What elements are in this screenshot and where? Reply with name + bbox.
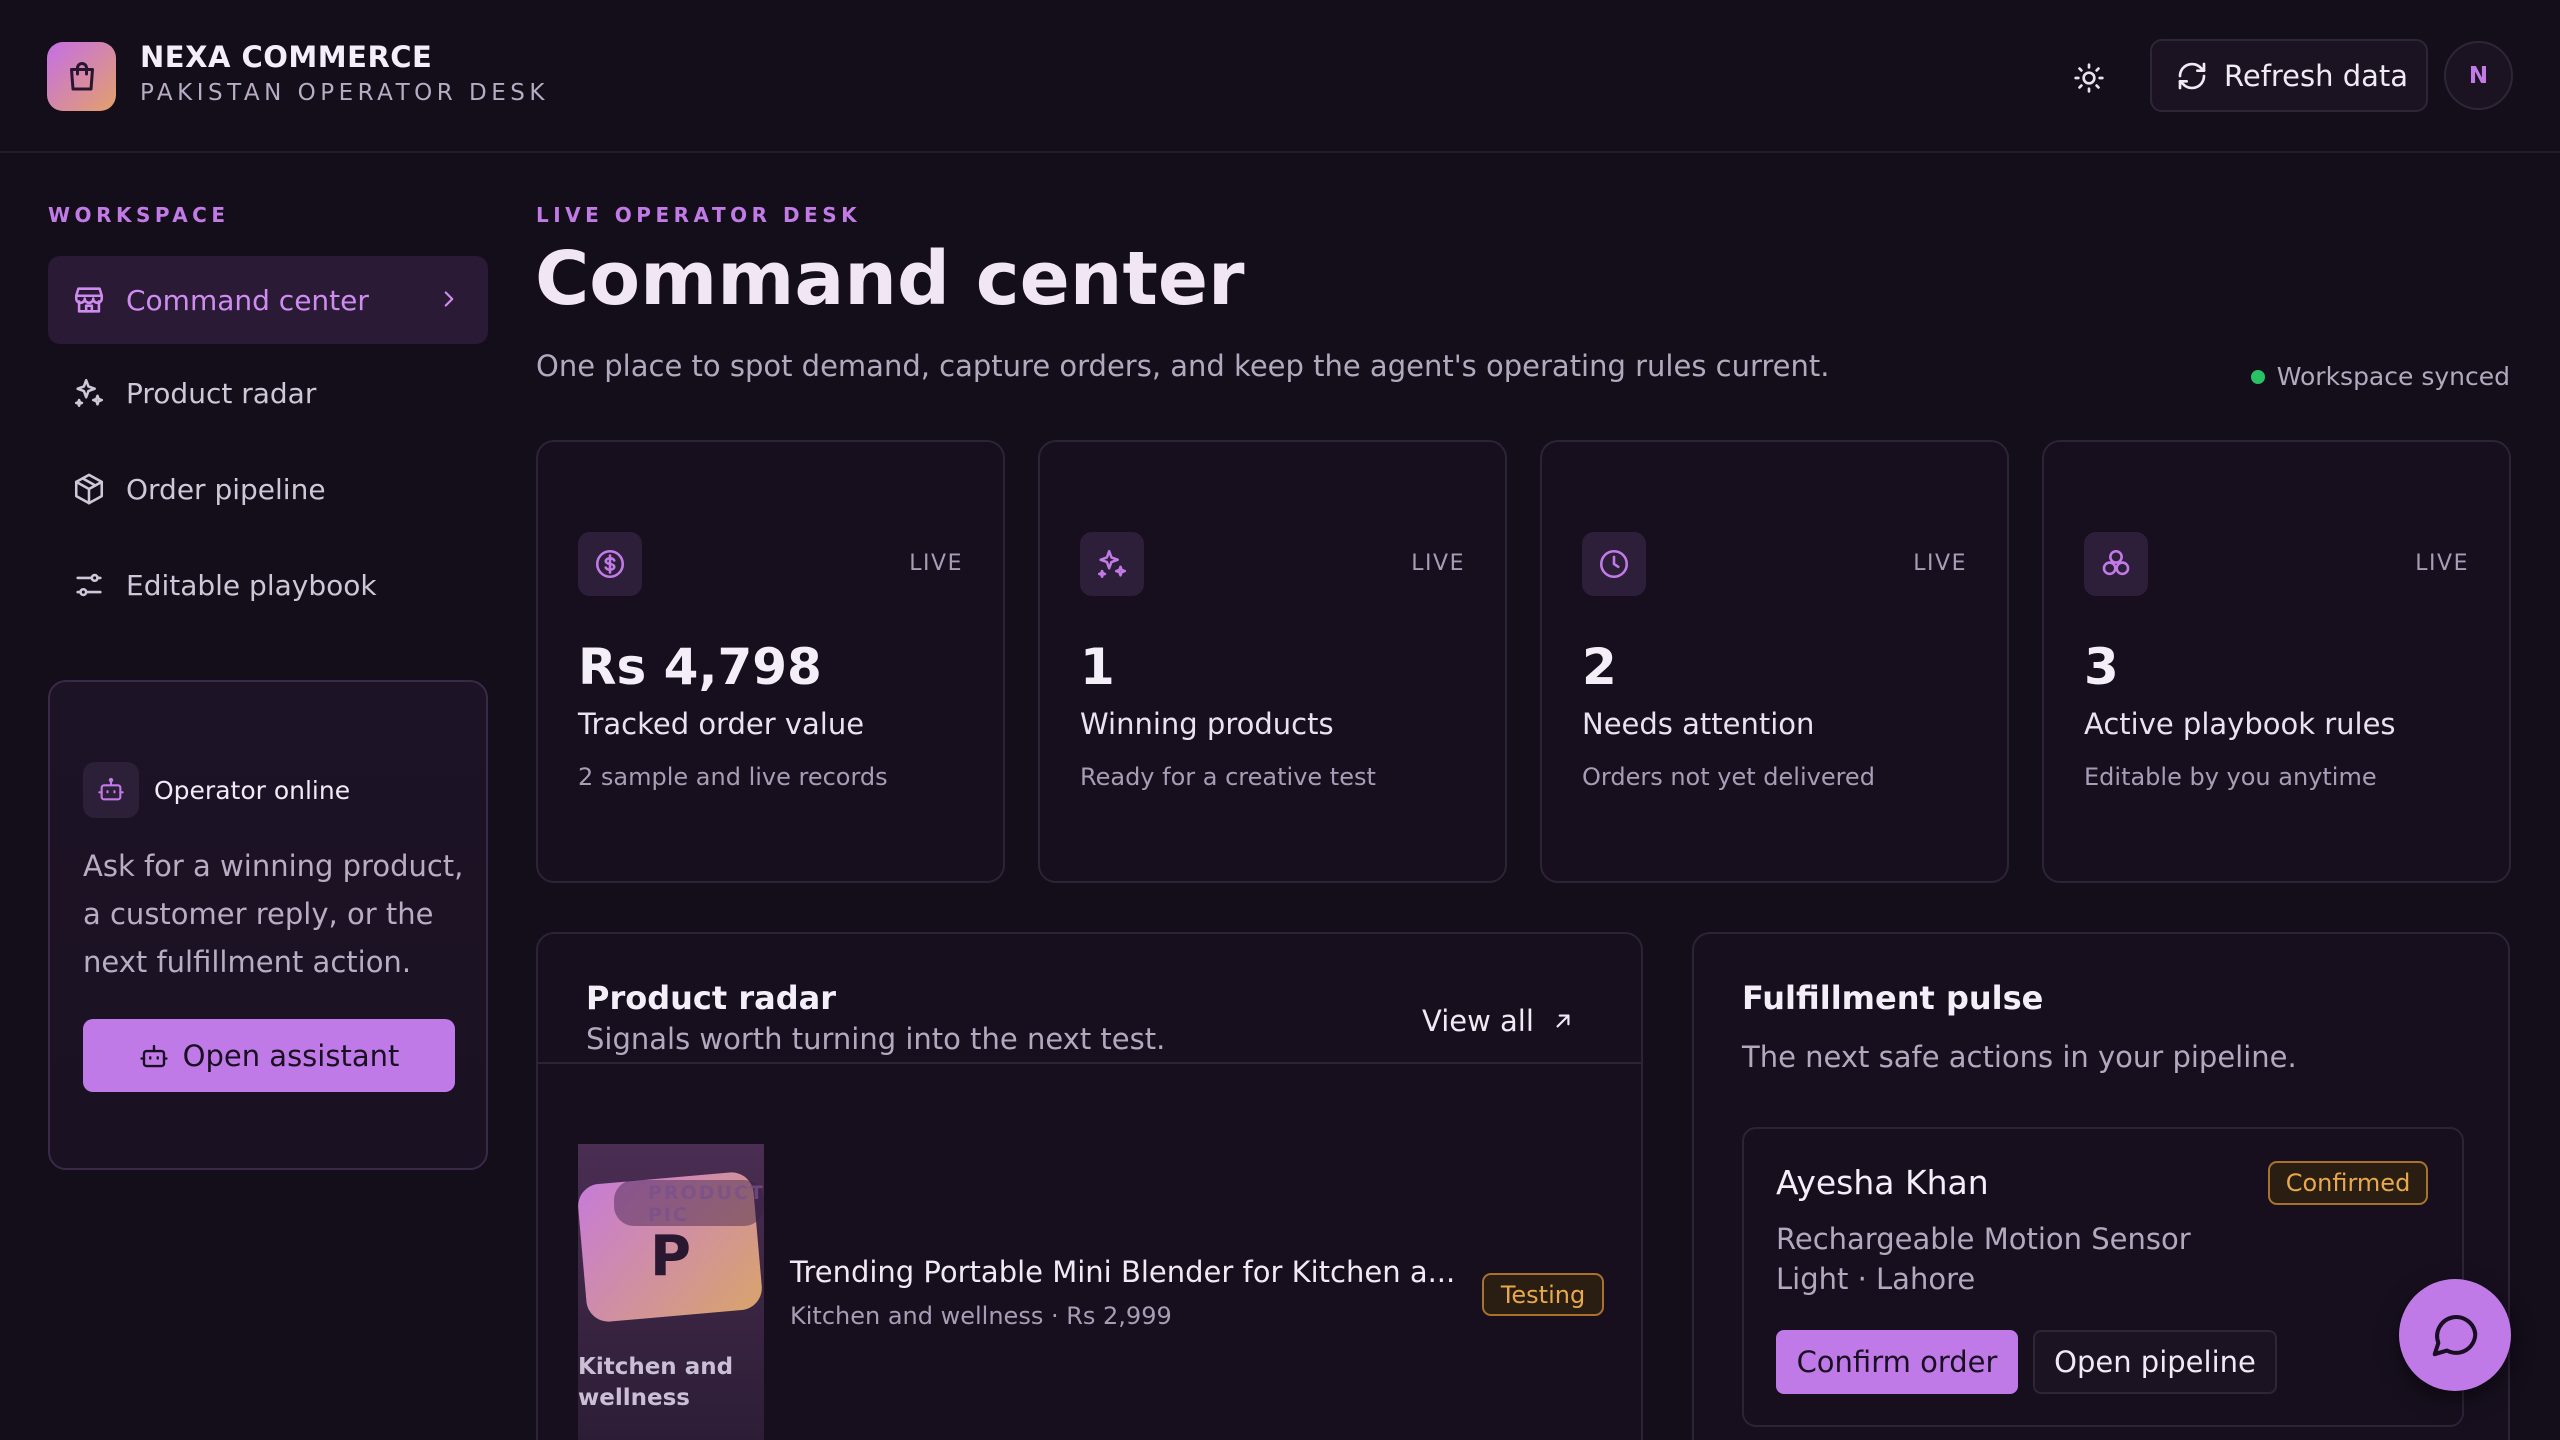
page-title: Command center: [535, 236, 1245, 322]
open-assistant-label: Open assistant: [182, 1038, 400, 1073]
sidebar-item-editable-playbook[interactable]: Editable playbook: [48, 541, 488, 629]
workflow-icon: [2102, 549, 2130, 576]
stat-icon-badge: [1080, 532, 1144, 596]
shopping-bag-icon: [69, 61, 94, 90]
status-dot-icon: [2250, 369, 2265, 384]
brand-name: NEXA COMMERCE: [140, 40, 433, 74]
sun-icon: [2074, 63, 2104, 93]
panel-title: Product radar: [586, 979, 836, 1017]
page-description: One place to spot demand, capture orders…: [536, 349, 1830, 383]
operator-icon-badge: [83, 762, 139, 818]
order-card: Ayesha Khan Confirmed Rechargeable Motio…: [1742, 1127, 2464, 1427]
live-badge: LIVE: [1913, 551, 1967, 576]
bot-icon: [98, 777, 124, 801]
live-badge: LIVE: [2415, 551, 2469, 576]
stat-sub: Orders not yet delivered: [1582, 763, 1875, 791]
sparkles-icon: [1097, 549, 1127, 579]
stat-value: 2: [1582, 638, 1617, 696]
open-assistant-button[interactable]: Open assistant: [83, 1019, 455, 1092]
refresh-icon: [2178, 62, 2206, 89]
thumbnail-category-label: Kitchen and wellness: [578, 1354, 734, 1411]
stat-label: Tracked order value: [578, 707, 865, 741]
sliders-icon: [76, 573, 102, 597]
top-bar: NEXA COMMERCE PAKISTAN OPERATOR DESK Ref…: [0, 0, 2560, 153]
stat-card-order-value: LIVE Rs 4,798 Tracked order value 2 samp…: [536, 440, 1005, 883]
refresh-data-button[interactable]: Refresh data: [2150, 39, 2428, 112]
sidebar-item-command-center[interactable]: Command center: [48, 256, 488, 344]
stat-card-playbook-rules: LIVE 3 Active playbook rules Editable by…: [2042, 440, 2511, 883]
stat-label: Needs attention: [1582, 707, 1815, 741]
sidebar-item-label: Editable playbook: [126, 568, 377, 602]
brand-subtitle: PAKISTAN OPERATOR DESK: [140, 80, 549, 106]
divider: [538, 1062, 1641, 1064]
operator-status-title: Operator online: [154, 776, 351, 805]
customer-name: Ayesha Khan: [1776, 1163, 1989, 1202]
product-thumbnail[interactable]: PRODUCT PIC P Kitchen and wellness: [578, 1144, 764, 1440]
product-meta: Kitchen and wellness · Rs 2,999: [790, 1302, 1172, 1330]
stat-sub: Editable by you anytime: [2084, 763, 2377, 791]
stat-icon-badge: [578, 532, 642, 596]
sidebar-item-label: Order pipeline: [126, 472, 326, 506]
stat-label: Winning products: [1080, 707, 1334, 741]
open-pipeline-button[interactable]: Open pipeline: [2033, 1330, 2277, 1394]
sidebar-item-label: Product radar: [126, 376, 317, 410]
view-all-link[interactable]: View all: [1422, 1004, 1576, 1038]
confirm-order-button[interactable]: Confirm order: [1776, 1330, 2018, 1394]
panel-title: Fulfillment pulse: [1742, 979, 2044, 1017]
panel-subtitle: Signals worth turning into the next test…: [586, 1022, 1166, 1056]
stat-value: 3: [2084, 638, 2119, 696]
live-badge: LIVE: [1411, 551, 1465, 576]
sidebar-section-label: WORKSPACE: [48, 203, 230, 227]
stat-icon-badge: [1582, 532, 1646, 596]
sidebar-item-label: Command center: [126, 283, 369, 317]
stat-icon-badge: [2084, 532, 2148, 596]
operator-description: Ask for a winning product, a customer re…: [83, 849, 464, 979]
package-icon: [74, 473, 104, 505]
thumbnail-caption: PRODUCT PIC: [648, 1182, 764, 1226]
user-avatar[interactable]: N: [2444, 41, 2513, 110]
sparkles-icon: [74, 378, 104, 408]
order-description: Rechargeable Motion Sensor Light · Lahor…: [1776, 1222, 2191, 1296]
store-icon: [74, 287, 104, 313]
sidebar-item-product-radar[interactable]: Product radar: [48, 349, 488, 437]
stat-value: Rs 4,798: [578, 638, 822, 696]
product-name[interactable]: Trending Portable Mini Blender for Kitch…: [790, 1255, 1455, 1289]
view-all-label: View all: [1422, 1004, 1534, 1038]
stat-sub: 2 sample and live records: [578, 763, 888, 791]
thumbnail-letter: P: [650, 1224, 692, 1289]
product-radar-panel: Product radar Signals worth turning into…: [536, 932, 1643, 1440]
theme-toggle-button[interactable]: [2066, 55, 2112, 101]
message-circle-icon: [2432, 1315, 2478, 1357]
status-badge: Testing: [1482, 1273, 1604, 1316]
brand-logo[interactable]: [47, 42, 116, 111]
stat-card-needs-attention: LIVE 2 Needs attention Orders not yet de…: [1540, 440, 2009, 883]
sync-status-label: Workspace synced: [2276, 362, 2510, 391]
bot-icon: [139, 1044, 168, 1067]
page-eyebrow: LIVE OPERATOR DESK: [536, 203, 862, 227]
live-badge: LIVE: [909, 551, 963, 576]
stat-label: Active playbook rules: [2084, 707, 2396, 741]
stat-card-winning-products: LIVE 1 Winning products Ready for a crea…: [1038, 440, 1507, 883]
clock-icon: [1599, 549, 1629, 579]
chat-fab-button[interactable]: [2399, 1279, 2511, 1391]
dollar-icon: [595, 549, 625, 579]
refresh-data-label: Refresh data: [2224, 58, 2409, 93]
stat-value: 1: [1080, 638, 1115, 696]
stat-sub: Ready for a creative test: [1080, 763, 1376, 791]
panel-subtitle: The next safe actions in your pipeline.: [1742, 1040, 2297, 1074]
sync-status: Workspace synced: [2250, 362, 2510, 391]
sidebar-item-order-pipeline[interactable]: Order pipeline: [48, 445, 488, 533]
status-badge: Confirmed: [2268, 1161, 2428, 1205]
arrow-up-right-icon: [1556, 1014, 1570, 1028]
fulfillment-pulse-panel: Fulfillment pulse The next safe actions …: [1692, 932, 2510, 1440]
chevron-right-icon: [444, 291, 454, 307]
operator-card: Operator online Ask for a winning produc…: [48, 680, 488, 1170]
